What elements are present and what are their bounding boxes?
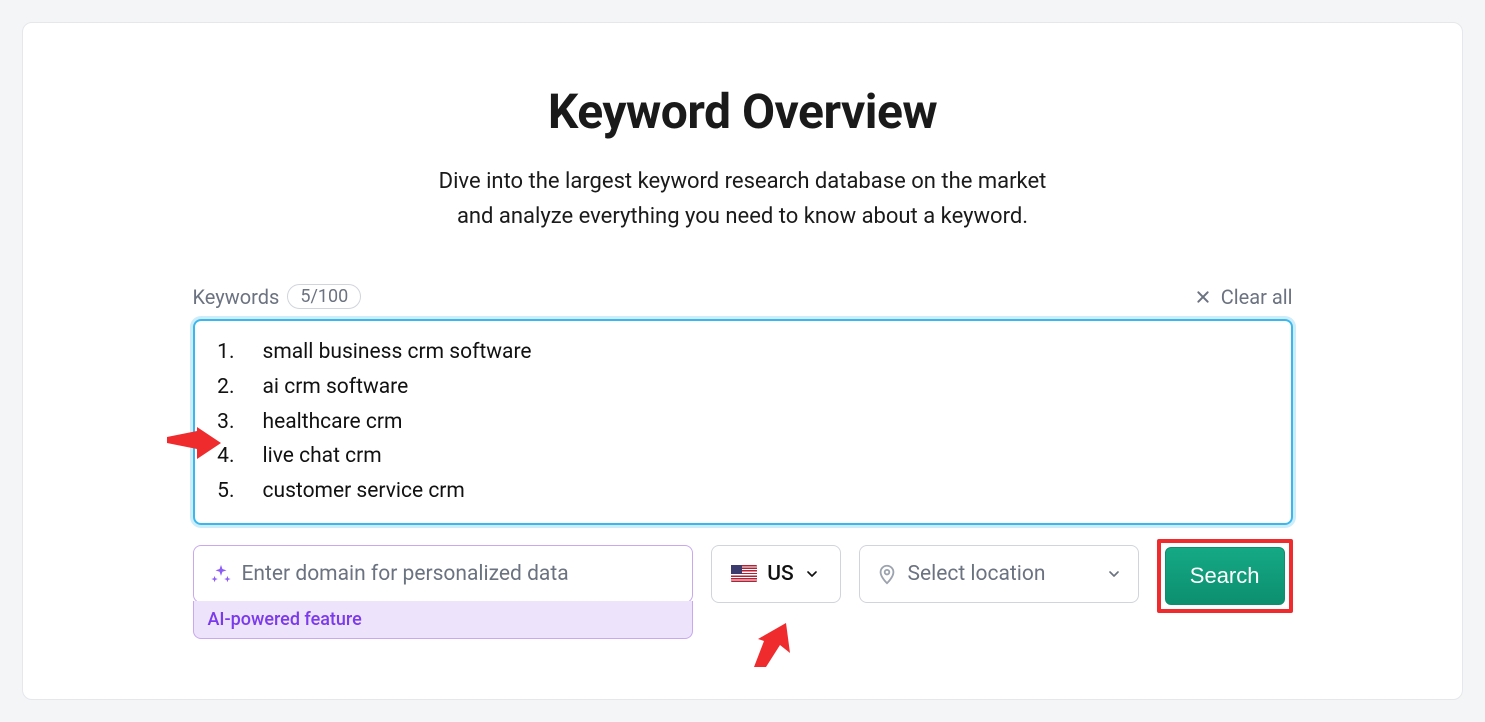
domain-input[interactable]: Enter domain for personalized data	[193, 545, 693, 603]
close-icon	[1195, 289, 1211, 305]
country-code: US	[767, 562, 793, 586]
domain-placeholder: Enter domain for personalized data	[242, 562, 569, 586]
keyword-row: 4.live chat crm	[213, 439, 1273, 474]
chevron-down-icon	[804, 566, 820, 582]
clear-all-label: Clear all	[1221, 285, 1293, 309]
us-flag-icon	[731, 565, 757, 582]
bottom-controls-row: Enter domain for personalized data AI-po…	[193, 545, 1293, 639]
annotation-arrow	[167, 427, 221, 463]
search-button[interactable]: Search	[1165, 547, 1285, 605]
controls-area: Keywords 5/100 Clear all 1.small busines…	[193, 284, 1293, 638]
location-placeholder: Select location	[908, 562, 1096, 586]
page-title: Keyword Overview	[63, 83, 1422, 140]
keyword-row: 2.ai crm software	[213, 370, 1273, 405]
keyword-row: 1.small business crm software	[213, 335, 1273, 370]
domain-section: Enter domain for personalized data AI-po…	[193, 545, 693, 639]
keywords-header-row: Keywords 5/100 Clear all	[193, 284, 1293, 309]
location-pin-icon	[876, 563, 898, 585]
keywords-textarea[interactable]: 1.small business crm software 2.ai crm s…	[193, 319, 1293, 524]
keywords-counter-pill: 5/100	[287, 284, 361, 309]
keyword-row: 3.healthcare crm	[213, 405, 1273, 440]
chevron-down-icon	[1106, 566, 1122, 582]
keywords-label-group: Keywords 5/100	[193, 284, 362, 309]
location-selector[interactable]: Select location	[859, 545, 1139, 603]
ai-powered-badge: AI-powered feature	[193, 601, 693, 639]
sparkle-icon	[210, 563, 232, 585]
keywords-label: Keywords	[193, 285, 280, 309]
clear-all-button[interactable]: Clear all	[1195, 285, 1293, 309]
main-card: Keyword Overview Dive into the largest k…	[22, 22, 1463, 700]
search-button-highlight: Search	[1157, 539, 1293, 613]
keyword-row: 5.customer service crm	[213, 474, 1273, 509]
country-selector[interactable]: US	[711, 545, 841, 603]
page-subtitle: Dive into the largest keyword research d…	[63, 164, 1422, 234]
annotation-arrow	[750, 623, 804, 667]
